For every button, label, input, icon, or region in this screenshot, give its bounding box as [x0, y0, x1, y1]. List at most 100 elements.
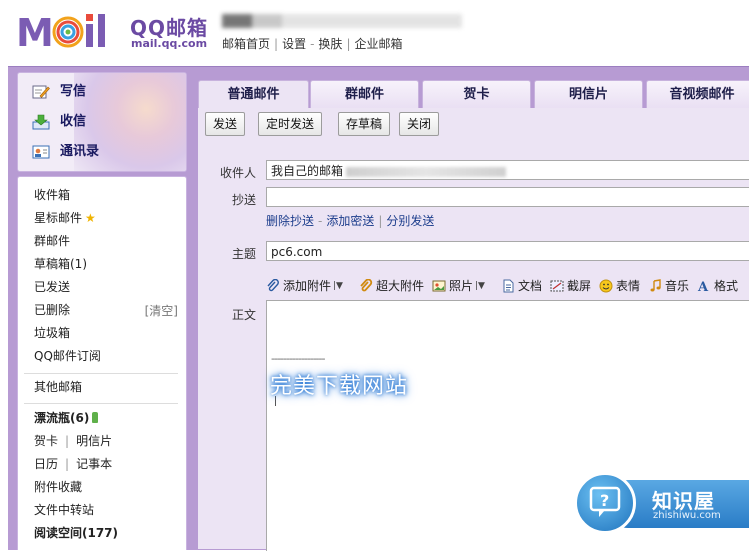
to-field[interactable]: 我自己的邮箱	[266, 160, 749, 180]
link-mail-home[interactable]: 邮箱首页	[222, 37, 270, 51]
folder-reading-space[interactable]: 阅读空间(177)	[34, 525, 118, 541]
emoji-button[interactable]: 表情	[599, 277, 640, 294]
tab-av-mail[interactable]: 音视频邮件	[646, 80, 749, 109]
close-button[interactable]: 关闭	[399, 112, 440, 136]
link-enterprise-mail[interactable]: 企业邮箱	[354, 37, 402, 51]
folder-drift-bottle[interactable]: 漂流瓶(6)	[34, 410, 99, 426]
big-paperclip-icon	[360, 278, 373, 291]
format-a-icon: A	[697, 280, 709, 293]
folder-inbox[interactable]: 收件箱	[34, 187, 70, 203]
photo-label: 照片	[449, 279, 474, 293]
format-button[interactable]: A 格式	[697, 277, 738, 294]
folder-attachment-favorites[interactable]: 附件收藏	[34, 479, 82, 495]
svg-text:A: A	[697, 280, 709, 293]
subject-field[interactable]: pc6.com	[266, 241, 749, 261]
inbox-download-icon	[32, 114, 50, 130]
receive-label: 收信	[60, 114, 87, 129]
separator: |	[346, 37, 351, 51]
folder-subscriptions[interactable]: QQ邮件订阅	[34, 348, 101, 364]
music-label: 音乐	[665, 279, 690, 293]
remove-cc-link[interactable]: 删除抄送	[266, 214, 314, 228]
chevron-down-icon[interactable]: |▼	[475, 281, 485, 291]
folder-sent[interactable]: 已发送	[34, 279, 70, 295]
send-button[interactable]: 发送	[205, 112, 246, 136]
signature-divider: ------------------	[271, 352, 325, 365]
cc-field[interactable]	[266, 187, 749, 207]
folder-drafts[interactable]: 草稿箱(1)	[34, 256, 87, 272]
schedule-send-button[interactable]: 定时发送	[258, 112, 323, 136]
folder-list: 收件箱 星标邮件 ★ 群邮件 草稿箱(1) 已发送 已删除 [清空] 垃圾箱 QQ…	[17, 176, 187, 550]
folder-notes[interactable]: 记事本	[76, 457, 112, 471]
contacts-label: 通讯录	[60, 144, 100, 159]
svg-text:?: ?	[600, 491, 609, 510]
divider	[24, 403, 178, 404]
add-bcc-link[interactable]: 添加密送	[326, 214, 374, 228]
folder-starred-label: 星标邮件	[34, 211, 83, 225]
folder-calendar-row: 日历 | 记事本	[34, 456, 112, 472]
add-attachment-label: 添加附件	[283, 279, 332, 293]
photo-icon	[432, 280, 446, 291]
separator: |	[274, 37, 279, 51]
folder-starred[interactable]: 星标邮件 ★	[34, 210, 96, 226]
qq-mail-logo[interactable]: M	[14, 10, 126, 52]
smiley-icon	[599, 279, 613, 292]
tab-greeting-card[interactable]: 贺卡	[422, 80, 531, 109]
star-icon: ★	[85, 211, 96, 225]
compose-tabs: 普通邮件 群邮件 贺卡 明信片 音视频邮件	[198, 78, 749, 109]
bottle-icon	[92, 412, 99, 423]
watermark-text: 完美下载网站	[270, 374, 409, 399]
question-bubble-icon: ?	[589, 486, 621, 517]
separator: |	[65, 457, 70, 471]
separator: -	[310, 37, 315, 51]
music-button[interactable]: 音乐	[648, 277, 689, 294]
document-label: 文档	[517, 279, 542, 293]
badge-subtitle: zhishiwu.com	[653, 510, 721, 521]
compose-toolbar: 发送 定时发送 存草稿 关闭	[198, 108, 749, 141]
recipient-address-blurred	[346, 166, 507, 177]
add-attachment-button[interactable]: 添加附件 |▼	[266, 277, 351, 294]
separator: -	[318, 214, 323, 228]
separator: |	[378, 214, 383, 228]
compose-label: 写信	[60, 84, 87, 99]
recipient-chip[interactable]: 我自己的邮箱	[271, 164, 343, 178]
send-separately-link[interactable]: 分别发送	[386, 214, 434, 228]
folder-deleted[interactable]: 已删除	[34, 302, 70, 318]
screenshot-button[interactable]: 截屏	[550, 277, 591, 294]
folder-postcard[interactable]: 明信片	[76, 434, 112, 448]
compose-button[interactable]: 写信	[32, 81, 86, 103]
receive-button[interactable]: 收信	[32, 111, 86, 133]
tab-group-mail[interactable]: 群邮件	[310, 80, 419, 109]
link-settings[interactable]: 设置	[282, 37, 306, 51]
document-icon	[503, 279, 514, 292]
format-label: 格式	[714, 279, 739, 293]
folder-greeting-card[interactable]: 贺卡	[34, 434, 58, 448]
document-button[interactable]: 文档	[501, 277, 542, 294]
attachment-toolbar: 添加附件 |▼ 超大附件 照片 |▼ 文档 截屏 表情 音乐 A 格式	[266, 277, 746, 294]
logo-url: mail.qq.com	[131, 37, 208, 50]
link-skin[interactable]: 换肤	[318, 37, 342, 51]
top-links: 邮箱首页 | 设置 - 换肤 | 企业邮箱	[222, 35, 403, 52]
photo-button[interactable]: 照片 |▼	[432, 277, 493, 294]
contacts-button[interactable]: 通讯录	[32, 141, 99, 163]
folder-calendar[interactable]: 日历	[34, 457, 58, 471]
quick-actions: 写信 收信 通讯录	[17, 72, 187, 172]
divider	[24, 373, 178, 374]
folder-file-transfer[interactable]: 文件中转站	[34, 502, 94, 518]
music-note-icon	[650, 278, 661, 291]
tab-postcard[interactable]: 明信片	[534, 80, 643, 109]
chevron-down-icon[interactable]: |▼	[333, 281, 343, 291]
large-attachment-button[interactable]: 超大附件	[359, 277, 424, 294]
large-attachment-label: 超大附件	[375, 279, 424, 293]
folder-group[interactable]: 群邮件	[34, 233, 70, 249]
account-name-blurred	[222, 14, 462, 28]
folder-other-mailboxes[interactable]: 其他邮箱	[34, 379, 82, 395]
header: M QQ邮箱 mail.qq.com 邮箱首页 | 设置 - 换肤 | 企业邮箱	[0, 0, 749, 66]
paperclip-icon	[267, 278, 279, 291]
clear-trash-link[interactable]: [清空]	[145, 302, 178, 319]
tab-normal-mail[interactable]: 普通邮件	[198, 80, 309, 109]
svg-text:M: M	[16, 11, 54, 52]
cc-label: 抄送	[231, 193, 256, 207]
save-draft-button[interactable]: 存草稿	[338, 112, 391, 136]
pencil-icon	[32, 85, 50, 99]
folder-spam[interactable]: 垃圾箱	[34, 325, 70, 341]
